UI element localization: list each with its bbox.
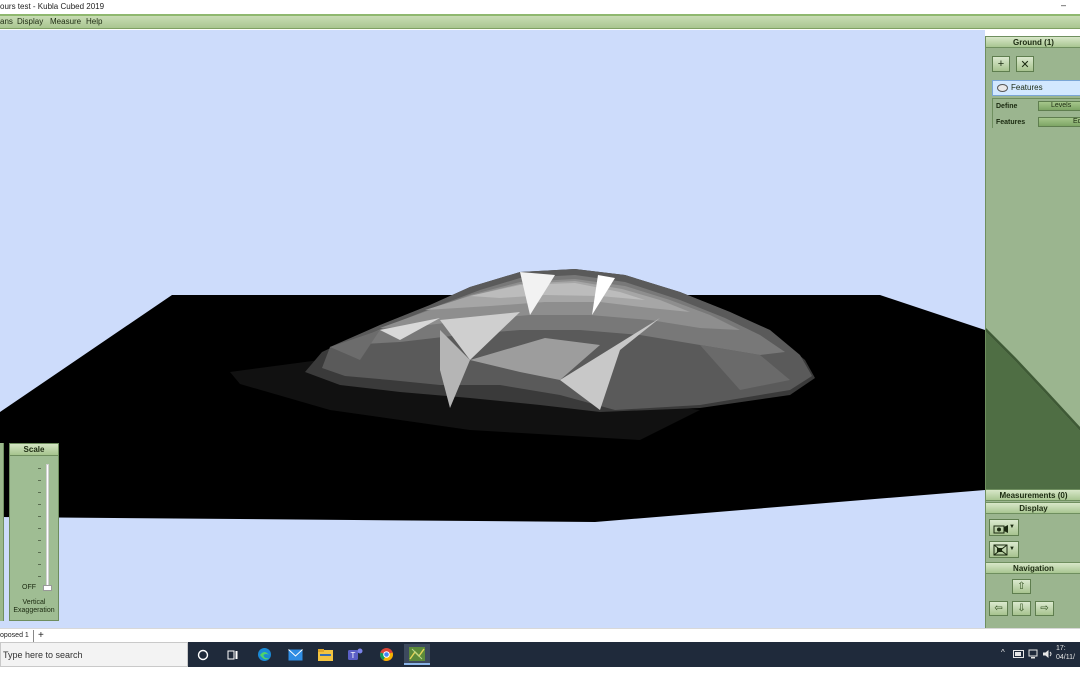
plus-icon: +: [997, 58, 1005, 70]
features-tab[interactable]: Features: [992, 80, 1080, 96]
ground-content-area: [986, 132, 1080, 489]
edge-browser-icon[interactable]: [255, 646, 273, 663]
tray-overflow-icon[interactable]: ^: [1001, 648, 1005, 657]
scale-tick: [38, 468, 41, 469]
scale-tick: [38, 516, 41, 517]
vertical-exaggeration-track[interactable]: [46, 464, 49, 588]
3d-viewport[interactable]: [0, 30, 985, 628]
nav-up-button[interactable]: ⇧: [1012, 579, 1031, 594]
scale-tick: [38, 504, 41, 505]
define-label: Define: [996, 103, 1018, 110]
tab-proposed-1[interactable]: oposed 1: [0, 630, 34, 642]
kubla-cubed-icon[interactable]: [404, 644, 430, 665]
nav-down-button[interactable]: ⇩: [1012, 601, 1031, 616]
profile-preview: [986, 328, 1080, 489]
define-dropdown[interactable]: Levels: [1038, 101, 1080, 111]
arrow-left-icon: ⇦: [994, 603, 1003, 614]
scale-tick: [38, 492, 41, 493]
measurements-header[interactable]: Measurements (0): [986, 489, 1080, 501]
chevron-down-icon: ▼: [1009, 524, 1015, 530]
chrome-icon[interactable]: [377, 646, 395, 663]
terrain-layer-icon: [997, 84, 1008, 92]
arrow-right-icon: ⇨: [1040, 603, 1049, 614]
nav-left-button[interactable]: ⇦: [989, 601, 1008, 616]
window-title: ours test - Kubla Cubed 2019: [0, 2, 105, 11]
add-tab-button[interactable]: +: [38, 629, 44, 642]
navigation-header[interactable]: Navigation: [986, 562, 1080, 574]
caption-line-2: Exaggeration: [13, 607, 55, 614]
right-panel: Ground (1) + ✕ Features Define Levels Fe…: [985, 36, 1080, 628]
svg-text:T: T: [351, 651, 356, 660]
wireframe-view-icon: [993, 544, 1008, 556]
off-label: OFF: [22, 584, 36, 591]
teams-icon[interactable]: T: [346, 646, 364, 663]
features-tab-label: Features: [1011, 83, 1043, 92]
scale-tick: [38, 480, 41, 481]
menu-plans[interactable]: ans: [0, 17, 13, 26]
scale-panel-title: Scale: [10, 444, 58, 456]
view-mode-dropdown[interactable]: ▼: [989, 519, 1019, 536]
menu-bar: ans Display Measure Help: [0, 16, 1080, 29]
vertical-exaggeration-thumb[interactable]: [43, 585, 52, 591]
scale-caption: Vertical Exaggeration: [10, 599, 58, 615]
file-explorer-icon[interactable]: [316, 646, 334, 663]
task-view-icon[interactable]: [224, 646, 242, 663]
features-edit-button[interactable]: Edi: [1038, 117, 1080, 127]
scale-tick: [38, 576, 41, 577]
features-label: Features: [996, 119, 1026, 126]
arrow-up-icon: ⇧: [1017, 581, 1026, 592]
chevron-down-icon: ▼: [1009, 546, 1015, 552]
cortana-circle-icon[interactable]: [194, 646, 212, 663]
windows-taskbar: Type here to search T ^ 17: 04/11/: [0, 642, 1080, 667]
title-bar: ours test - Kubla Cubed 2019 –: [0, 0, 1080, 15]
nav-right-button[interactable]: ⇨: [1035, 601, 1054, 616]
menu-measure[interactable]: Measure: [50, 17, 81, 26]
scale-tick: [38, 540, 41, 541]
ground-header[interactable]: Ground (1): [986, 36, 1080, 48]
minimize-button[interactable]: –: [1061, 0, 1066, 10]
render-mode-dropdown[interactable]: ▼: [989, 541, 1019, 558]
battery-icon[interactable]: [1012, 647, 1026, 661]
scale-panel: Scale OFF Vertical Exaggeration: [9, 443, 59, 621]
delete-button[interactable]: ✕: [1016, 56, 1034, 72]
add-button[interactable]: +: [992, 56, 1010, 72]
display-header[interactable]: Display: [986, 502, 1080, 514]
screen-bottom-margin: [0, 667, 1080, 675]
scenario-tabs: oposed 1 +: [0, 628, 1080, 642]
terrain-render: [0, 269, 985, 522]
volume-icon[interactable]: [1041, 647, 1055, 661]
caption-line-1: Vertical: [22, 599, 46, 606]
network-icon[interactable]: [1027, 647, 1041, 661]
clock-date: 04/11/: [1056, 654, 1075, 661]
menu-display[interactable]: Display: [17, 17, 43, 26]
scale-tick: [38, 528, 41, 529]
clock-time: 17:: [1056, 645, 1066, 652]
mail-icon[interactable]: [286, 646, 304, 663]
camera-view-icon: [993, 525, 1008, 534]
system-clock[interactable]: 17: 04/11/: [1056, 644, 1075, 662]
scale-tick: [38, 564, 41, 565]
taskbar-search[interactable]: Type here to search: [0, 642, 188, 667]
arrow-down-icon: ⇩: [1017, 603, 1026, 614]
menu-help[interactable]: Help: [86, 17, 102, 26]
close-icon: ✕: [1020, 58, 1030, 71]
collapsed-panel-edge[interactable]: [0, 443, 4, 621]
scale-tick: [38, 552, 41, 553]
